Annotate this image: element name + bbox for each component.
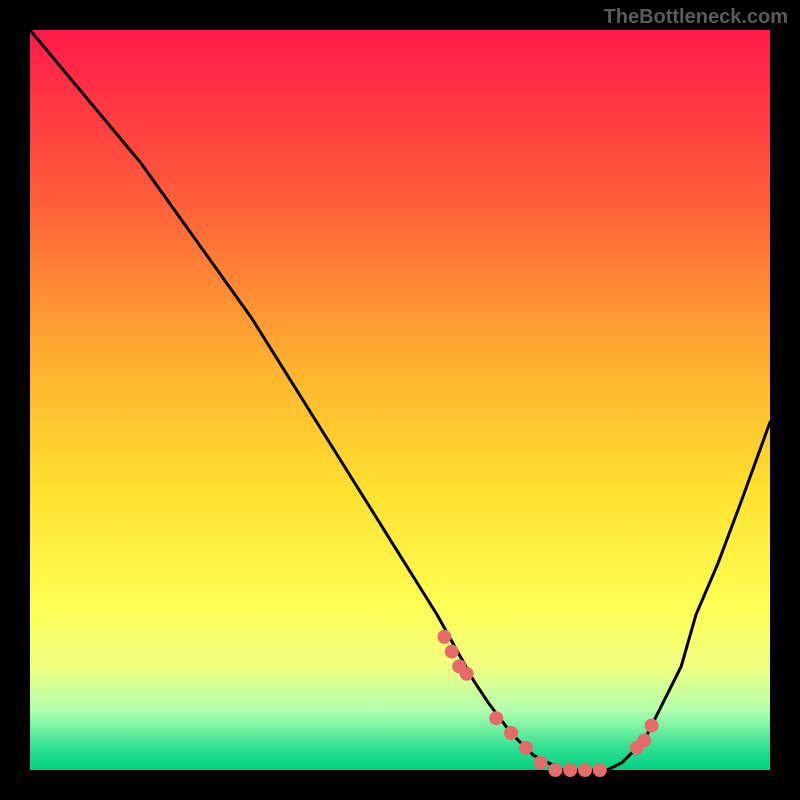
plot-area (30, 30, 770, 770)
chart-svg (30, 30, 770, 770)
bottleneck-curve (30, 30, 770, 770)
data-marker (548, 763, 562, 777)
data-marker (578, 763, 592, 777)
data-marker (519, 741, 533, 755)
data-marker (593, 763, 607, 777)
data-markers (437, 630, 658, 777)
data-marker (437, 630, 451, 644)
watermark-text: TheBottleneck.com (604, 6, 788, 29)
chart-container: TheBottleneck.com (0, 0, 800, 800)
data-marker (489, 711, 503, 725)
data-marker (445, 645, 459, 659)
data-marker (645, 719, 659, 733)
data-marker (504, 726, 518, 740)
data-marker (460, 667, 474, 681)
data-marker (534, 756, 548, 770)
data-marker (637, 733, 651, 747)
data-marker (563, 763, 577, 777)
